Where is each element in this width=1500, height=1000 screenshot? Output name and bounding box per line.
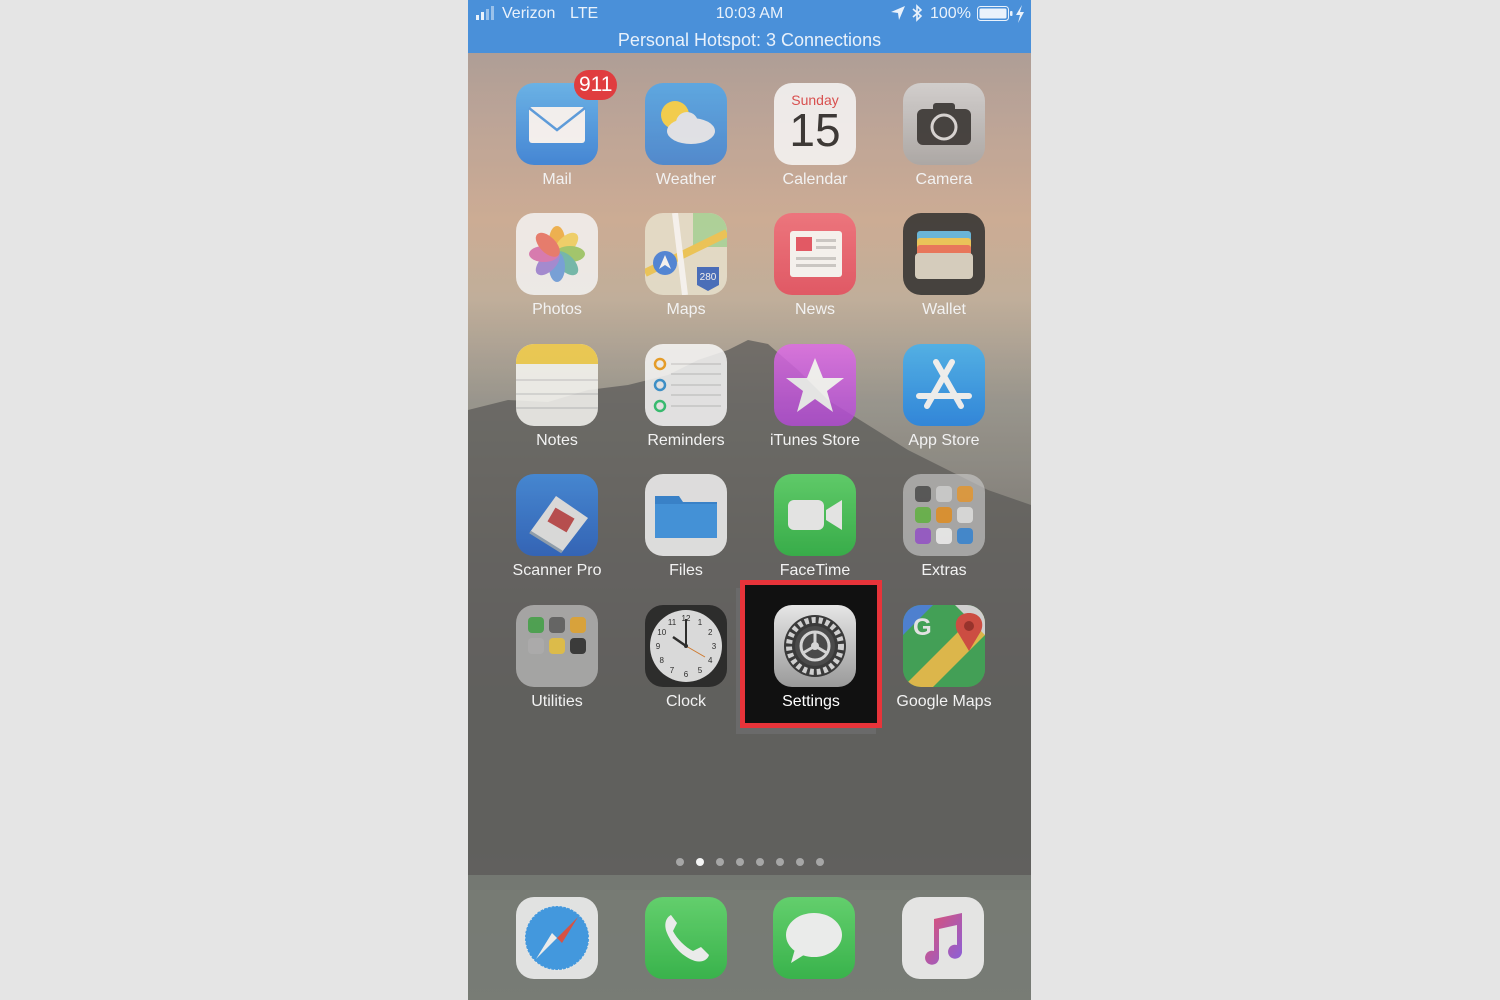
google-maps-icon: G	[903, 605, 985, 687]
clock-numeral: 9	[656, 642, 661, 651]
clock-icon: 12 1 2 3 4 5 6 7 8 9 10 11	[645, 605, 727, 687]
app-app-store[interactable]: App Store	[884, 344, 1004, 464]
page-indicator[interactable]	[468, 853, 1031, 871]
reminders-icon	[645, 344, 727, 426]
app-label: App Store	[908, 432, 980, 449]
app-camera[interactable]: Camera	[884, 83, 1004, 203]
highway-shield: 280	[699, 272, 717, 283]
clock-numeral: 6	[684, 670, 689, 679]
music-icon[interactable]	[902, 897, 984, 979]
clock-numeral: 2	[708, 628, 713, 637]
page-dot	[715, 858, 724, 866]
app-label: Weather	[655, 171, 717, 188]
app-label: Camera	[915, 171, 973, 188]
facetime-icon	[774, 474, 856, 556]
app-google-maps[interactable]: G Google Maps	[884, 605, 1004, 725]
app-files[interactable]: Files	[626, 474, 746, 594]
itunes-store-icon	[774, 344, 856, 426]
clock-numeral: 4	[708, 656, 713, 665]
app-label: iTunes Store	[769, 432, 861, 449]
status-bar: Verizon LTE 10:03 AM 100% Personal Hotsp…	[468, 0, 1031, 53]
gear-icon[interactable]	[774, 605, 856, 687]
news-icon	[774, 213, 856, 295]
notes-icon	[516, 344, 598, 426]
page-dot	[695, 858, 704, 866]
app-label: Extras	[921, 562, 967, 579]
page-dot	[675, 858, 684, 866]
app-label: News	[794, 301, 835, 318]
app-scanner-pro[interactable]: Scanner Pro	[497, 474, 617, 594]
photos-icon	[516, 213, 598, 295]
folder-icon	[516, 605, 598, 687]
calendar-icon: Sunday 15	[774, 83, 856, 165]
app-clock[interactable]: 12 1 2 3 4 5 6 7 8 9 10 11 Clock	[626, 605, 746, 725]
page-dot	[815, 858, 824, 866]
app-label: Maps	[666, 301, 706, 318]
page-dot	[755, 858, 764, 866]
app-itunes-store[interactable]: iTunes Store	[755, 344, 875, 464]
wallet-icon	[903, 213, 985, 295]
app-store-icon	[903, 344, 985, 426]
clock-numeral: 8	[660, 656, 665, 665]
page-dot	[795, 858, 804, 866]
phone-screen: Verizon LTE 10:03 AM 100% Personal Hotsp…	[468, 0, 1031, 1000]
app-extras[interactable]: Extras	[884, 474, 1004, 594]
clock-numeral: 12	[682, 614, 691, 623]
weather-icon	[645, 83, 727, 165]
app-reminders[interactable]: Reminders	[626, 344, 746, 464]
app-label: Scanner Pro	[512, 562, 602, 579]
maps-icon: 280	[645, 213, 727, 295]
app-wallet[interactable]: Wallet	[884, 213, 1004, 333]
mail-badge: 911	[574, 70, 618, 100]
app-label: Reminders	[647, 432, 725, 449]
app-label: Mail	[542, 171, 572, 188]
clock-numeral: 3	[712, 642, 717, 651]
app-facetime[interactable]: FaceTime	[755, 474, 875, 594]
hotspot-banner[interactable]: Personal Hotspot: 3 Connections	[468, 29, 1031, 51]
battery-percent: 100%	[930, 5, 971, 22]
app-weather[interactable]: Weather	[626, 83, 746, 203]
app-label: Notes	[536, 432, 578, 449]
app-label: Photos	[532, 301, 582, 318]
app-label: Wallet	[922, 301, 966, 318]
app-mail[interactable]: 911 Mail	[497, 70, 618, 203]
app-maps[interactable]: 280 Maps	[626, 213, 746, 333]
settings-label: Settings	[782, 693, 840, 710]
safari-icon[interactable]	[516, 897, 598, 979]
phone-icon[interactable]	[645, 897, 727, 979]
app-label: Google Maps	[896, 693, 992, 710]
clock-numeral: 11	[668, 618, 677, 627]
scanner-icon	[516, 474, 598, 556]
app-label: Calendar	[782, 171, 848, 188]
dock	[468, 875, 1031, 1000]
app-label: Clock	[665, 693, 706, 710]
calendar-day-number: 15	[789, 104, 841, 156]
clock-numeral: 1	[698, 618, 703, 627]
page-dot	[775, 858, 784, 866]
folder-icon	[903, 474, 985, 556]
location-arrow-icon	[891, 6, 905, 20]
app-label: Files	[669, 562, 703, 579]
camera-icon	[903, 83, 985, 165]
page-dot	[735, 858, 744, 866]
battery-icon	[977, 6, 1013, 21]
bluetooth-icon	[912, 4, 923, 22]
files-icon	[645, 474, 727, 556]
clock-numeral: 5	[698, 666, 703, 675]
settings-highlight-box[interactable]: Settings	[740, 580, 882, 728]
app-photos[interactable]: Photos	[497, 213, 617, 333]
app-news[interactable]: News	[755, 213, 875, 333]
svg-text:G: G	[913, 614, 932, 641]
app-notes[interactable]: Notes	[497, 344, 617, 464]
messages-icon[interactable]	[773, 897, 855, 979]
app-calendar[interactable]: Sunday 15 Calendar	[755, 83, 875, 203]
clock-numeral: 10	[657, 628, 666, 637]
clock-numeral: 7	[670, 666, 675, 675]
charging-bolt-icon	[1016, 5, 1024, 23]
app-label: FaceTime	[779, 562, 851, 579]
app-label: Utilities	[531, 693, 583, 710]
app-utilities[interactable]: Utilities	[497, 605, 617, 725]
